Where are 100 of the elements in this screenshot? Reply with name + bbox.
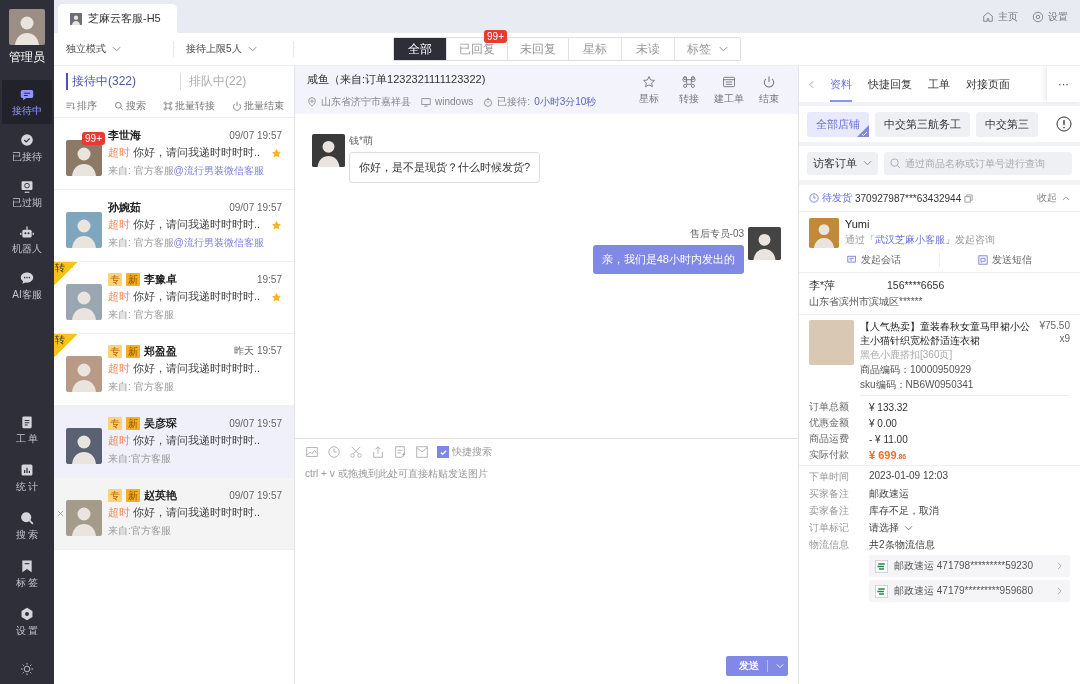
order-search-field[interactable]: 通过商品名称或订单号进行查询 [884, 151, 1072, 175]
conversation-item[interactable]: 99+ 李世海 09/07 19:57 超时 你好，请问我递时时时时.. 来自: 官方客服@流行男装微信客服 [54, 118, 294, 190]
panel-tab[interactable]: 资料 [830, 66, 852, 102]
scissors-icon[interactable] [349, 445, 363, 459]
nav-item[interactable]: AI客服 [2, 264, 52, 308]
product-quantity: x9 [1059, 333, 1070, 344]
nav-item[interactable]: 标 签 [2, 552, 52, 596]
list-action[interactable]: 批量结束 [231, 98, 284, 113]
tag: 专 [108, 272, 122, 286]
channel-link[interactable]: @流行男装微信客服 [173, 237, 264, 248]
close-icon[interactable] [57, 510, 64, 517]
stopwatch-icon [483, 96, 494, 107]
mode-dropdown[interactable]: 接待上限5人 [174, 41, 294, 57]
user-name: 管理员 [9, 49, 45, 66]
image-icon[interactable] [305, 445, 319, 459]
logistics-entry[interactable]: 邮政速运 471798*********59230 [869, 555, 1070, 577]
nav-item[interactable]: 已接待 [2, 126, 52, 170]
sun-icon[interactable] [20, 662, 34, 676]
list-action[interactable]: 搜索 [113, 98, 146, 113]
note-icon[interactable] [393, 445, 407, 459]
nav-item[interactable]: 搜 索 [2, 504, 52, 548]
chat-action[interactable]: 星标 [632, 74, 666, 106]
source-text: 来自:官方客服 [108, 452, 172, 466]
mark-dropdown[interactable]: 请选择 [869, 521, 1070, 535]
settings-icon [1032, 10, 1044, 23]
courier-logo-icon [875, 559, 888, 573]
checkbox-label: 快捷搜索 [452, 445, 492, 459]
mode-dropdown[interactable]: 独立模式 [54, 41, 174, 57]
top-link[interactable]: 主页 [982, 9, 1018, 24]
customer-avatar [66, 284, 102, 320]
product-variant: 黑色小鹿搭扣[360页] [860, 348, 954, 362]
tag: 新 [126, 272, 140, 286]
customer-name: 郑盈盈 [144, 343, 177, 359]
top-link[interactable]: 设置 [1032, 9, 1068, 24]
search-icon [890, 157, 901, 169]
contact-action[interactable]: 发送短信 [939, 253, 1070, 267]
panel-tab[interactable]: 快捷回复 [868, 66, 912, 102]
chat-action[interactable]: 结束 [752, 74, 786, 106]
tag: 新 [126, 488, 140, 502]
bar-chart-icon [20, 462, 34, 477]
collapse-toggle[interactable]: 收起 [1037, 191, 1070, 205]
nav-item[interactable]: 工 单 [2, 408, 52, 452]
nav-item[interactable]: 统 计 [2, 456, 52, 500]
conversation-item[interactable]: 专 新 吴彦琛 09/07 19:57 超时 你好，请问我递时时时时.. 来自:官方客服 [54, 406, 294, 478]
conversation-item[interactable]: 转 专 新 郑盈盈 昨天 19:57 超时 你好，请问我递时时时时.. 来自: 官方客服 [54, 334, 294, 406]
status-label: 超时 [108, 218, 130, 232]
copy-icon[interactable] [964, 193, 974, 203]
shop-link[interactable]: 「武汉芝麻小客服」 [865, 234, 955, 245]
star-icon[interactable] [271, 219, 282, 231]
chevron-left-icon[interactable] [809, 79, 814, 89]
form-icon [722, 74, 736, 89]
amount-label: 实际付款 [809, 448, 850, 462]
list-action[interactable]: 批量转接 [162, 98, 215, 113]
envelope-icon[interactable] [415, 445, 429, 459]
order-type-dropdown[interactable]: 访客订单 [807, 151, 878, 175]
panel-tab[interactable]: 工单 [928, 66, 950, 102]
source-text: 来自: 官方客服 [108, 380, 175, 394]
info-icon[interactable] [1056, 116, 1072, 132]
clock-icon[interactable] [327, 445, 341, 459]
search-icon [20, 510, 34, 525]
customer-name: 李世海 [108, 127, 141, 143]
message-preview: 你好，请问我递时时时时.. [133, 434, 260, 448]
channel-link[interactable]: @流行男装微信客服 [173, 165, 264, 176]
queue-tab[interactable]: 接待中(322) [66, 72, 180, 90]
nav-item[interactable]: 接待中 [2, 80, 52, 124]
customer-avatar [66, 500, 102, 536]
checkbox[interactable] [437, 446, 449, 458]
message-time: 09/07 19:57 [229, 201, 282, 213]
conversation-item[interactable]: 孙婉茹 09/07 19:57 超时 你好，请问我递时时时时.. 来自: 官方客服@流行男装微信客服 [54, 190, 294, 262]
chevron-down-icon [863, 160, 872, 166]
nav-item[interactable]: 设 置 [2, 600, 52, 644]
store-chip[interactable]: 中交第三 [976, 111, 1038, 137]
logistics-entry[interactable]: 邮政速运 47179*********959680 [869, 580, 1070, 602]
message-bubble: 你好，是不是现货？什么时候发货? [349, 152, 541, 183]
bookmark-icon [20, 558, 34, 573]
store-chip[interactable]: 中交第三航务工 [875, 111, 970, 137]
star-icon[interactable] [271, 147, 282, 159]
chat-icon [847, 255, 857, 265]
customer-name: 孙婉茹 [108, 199, 141, 215]
list-action[interactable]: 排序 [64, 98, 97, 113]
nav-item[interactable]: 机器人 [2, 218, 52, 262]
customer-avatar [66, 428, 102, 464]
app-tab[interactable]: 芝麻云客服-H5 [58, 4, 177, 33]
chat-action[interactable]: 建工单 [712, 74, 746, 106]
conversation-item[interactable]: 转 专 新 李豫卓 19:57 超时 你好，请问我递时时时时.. 来自: 官方客服 [54, 262, 294, 334]
more-button[interactable]: ··· [1046, 66, 1080, 102]
panel-tab[interactable]: 对接页面 [966, 66, 1010, 102]
chat-action[interactable]: 转接 [672, 74, 706, 106]
customer-avatar [66, 356, 102, 392]
store-chip[interactable]: 全部店铺 [807, 111, 869, 137]
upload-icon[interactable] [371, 445, 385, 459]
conversation-item[interactable]: 专 新 赵英艳 09/07 19:57 超时 你好，请问我递时时时时.. 来自:官方客服 [54, 478, 294, 550]
tag: 专 [108, 488, 122, 502]
star-icon[interactable] [271, 291, 282, 303]
contact-action[interactable]: 发起会话 [809, 253, 939, 267]
nav-item[interactable]: 已过期 [2, 172, 52, 216]
transfer-ribbon: 转 [54, 334, 78, 358]
tag: 专 [108, 416, 122, 430]
filter-tab[interactable]: 全部 [394, 38, 446, 60]
courier-logo-icon [875, 584, 888, 598]
